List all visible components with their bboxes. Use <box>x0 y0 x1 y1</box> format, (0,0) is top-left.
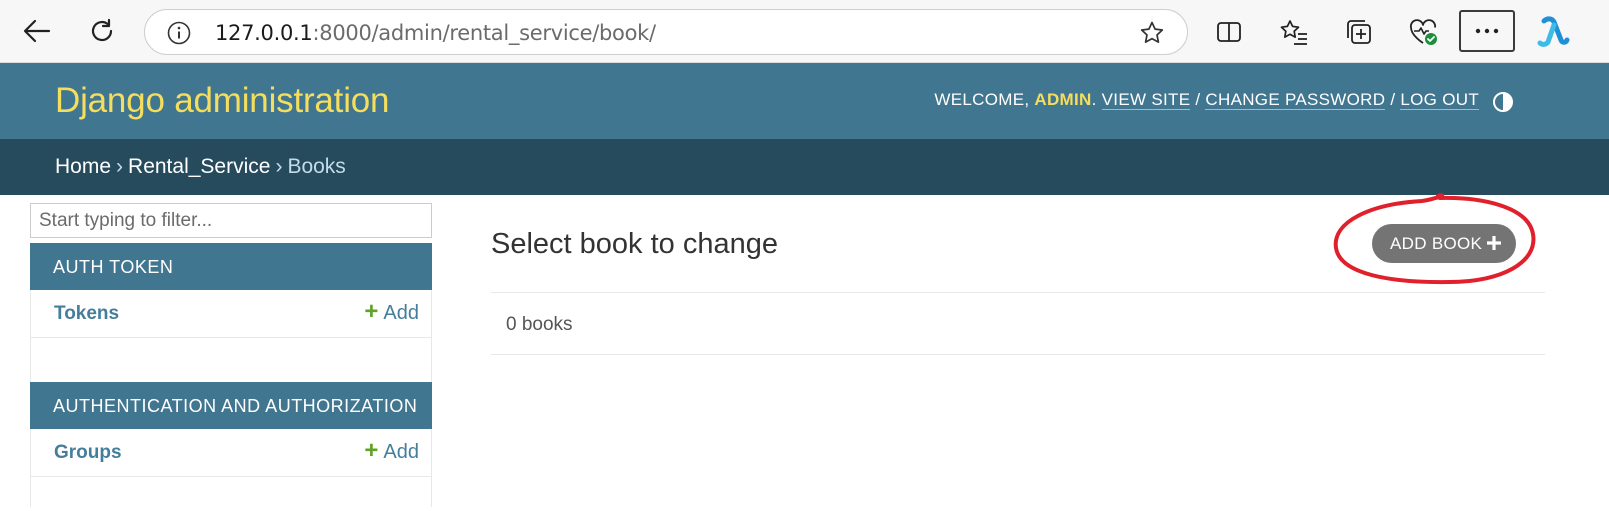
refresh-icon[interactable] <box>85 14 119 48</box>
separator: / <box>1195 90 1201 109</box>
view-site-link[interactable]: VIEW SITE <box>1101 90 1191 110</box>
browser-essentials-icon[interactable] <box>1407 16 1441 48</box>
add-label: Add <box>383 302 419 324</box>
module-auth-token: AUTH TOKEN Tokens + Add <box>30 243 432 382</box>
favorites-icon[interactable] <box>1278 16 1310 48</box>
site-branding[interactable]: Django administration <box>55 81 390 121</box>
breadcrumb-app[interactable]: Rental_Service <box>128 155 270 178</box>
username: ADMIN <box>1034 90 1092 109</box>
add-book-label: ADD BOOK <box>1390 234 1483 253</box>
breadcrumb-separator: › <box>116 155 124 178</box>
model-link-groups[interactable]: Groups <box>54 442 122 464</box>
log-out-link[interactable]: LOG OUT <box>1400 90 1479 110</box>
plus-icon <box>1487 236 1501 250</box>
site-info-icon[interactable] <box>167 21 191 50</box>
model-row-tokens: Tokens + Add <box>30 290 432 338</box>
url-path: :8000/admin/rental_service/book/ <box>312 21 657 45</box>
model-link-tokens[interactable]: Tokens <box>54 303 119 325</box>
add-groups-link[interactable]: + Add <box>364 439 419 464</box>
changelist: 0 books <box>491 292 1545 355</box>
separator: / <box>1390 90 1396 109</box>
page-title: Select book to change <box>491 228 778 260</box>
module-authentication: AUTHENTICATION AND AUTHORIZATION Groups … <box>30 382 432 507</box>
url-text[interactable]: 127.0.0.1:8000/admin/rental_service/book… <box>215 21 656 45</box>
result-count: 0 books <box>506 314 573 335</box>
breadcrumb-home[interactable]: Home <box>55 155 111 178</box>
split-screen-icon[interactable] <box>1214 17 1244 47</box>
theme-toggle-icon[interactable] <box>1492 91 1514 113</box>
add-book-button[interactable]: ADD BOOK <box>1372 224 1516 263</box>
admin-header: Django administration WELCOME, ADMIN. VI… <box>0 63 1609 139</box>
copilot-icon[interactable] <box>1536 14 1570 50</box>
module-spacer <box>30 338 432 382</box>
url-host: 127.0.0.1 <box>215 21 313 45</box>
collections-icon[interactable] <box>1343 16 1375 48</box>
favorite-star-icon[interactable] <box>1139 20 1165 51</box>
breadcrumb: Home › Rental_Service › Books <box>0 139 1609 195</box>
module-caption[interactable]: AUTHENTICATION AND AUTHORIZATION <box>30 382 432 429</box>
add-plus-icon: + <box>364 437 379 464</box>
module-caption[interactable]: AUTH TOKEN <box>30 243 432 290</box>
nav-filter-input[interactable] <box>30 203 432 238</box>
breadcrumb-separator: › <box>275 155 283 178</box>
model-row-groups: Groups + Add <box>30 429 432 477</box>
add-tokens-link[interactable]: + Add <box>364 300 419 325</box>
address-bar[interactable]: 127.0.0.1:8000/admin/rental_service/book… <box>144 9 1188 55</box>
add-plus-icon: + <box>364 298 379 325</box>
welcome-text: WELCOME, <box>934 90 1030 109</box>
model-row-partial <box>30 477 432 507</box>
breadcrumb-current: Books <box>287 155 346 178</box>
settings-more-button[interactable] <box>1459 10 1515 52</box>
back-icon[interactable] <box>20 14 54 48</box>
user-tools: WELCOME, ADMIN. VIEW SITE / CHANGE PASSW… <box>934 90 1479 110</box>
change-password-link[interactable]: CHANGE PASSWORD <box>1205 90 1386 110</box>
browser-toolbar: 127.0.0.1:8000/admin/rental_service/book… <box>0 0 1609 63</box>
add-label: Add <box>383 441 419 463</box>
